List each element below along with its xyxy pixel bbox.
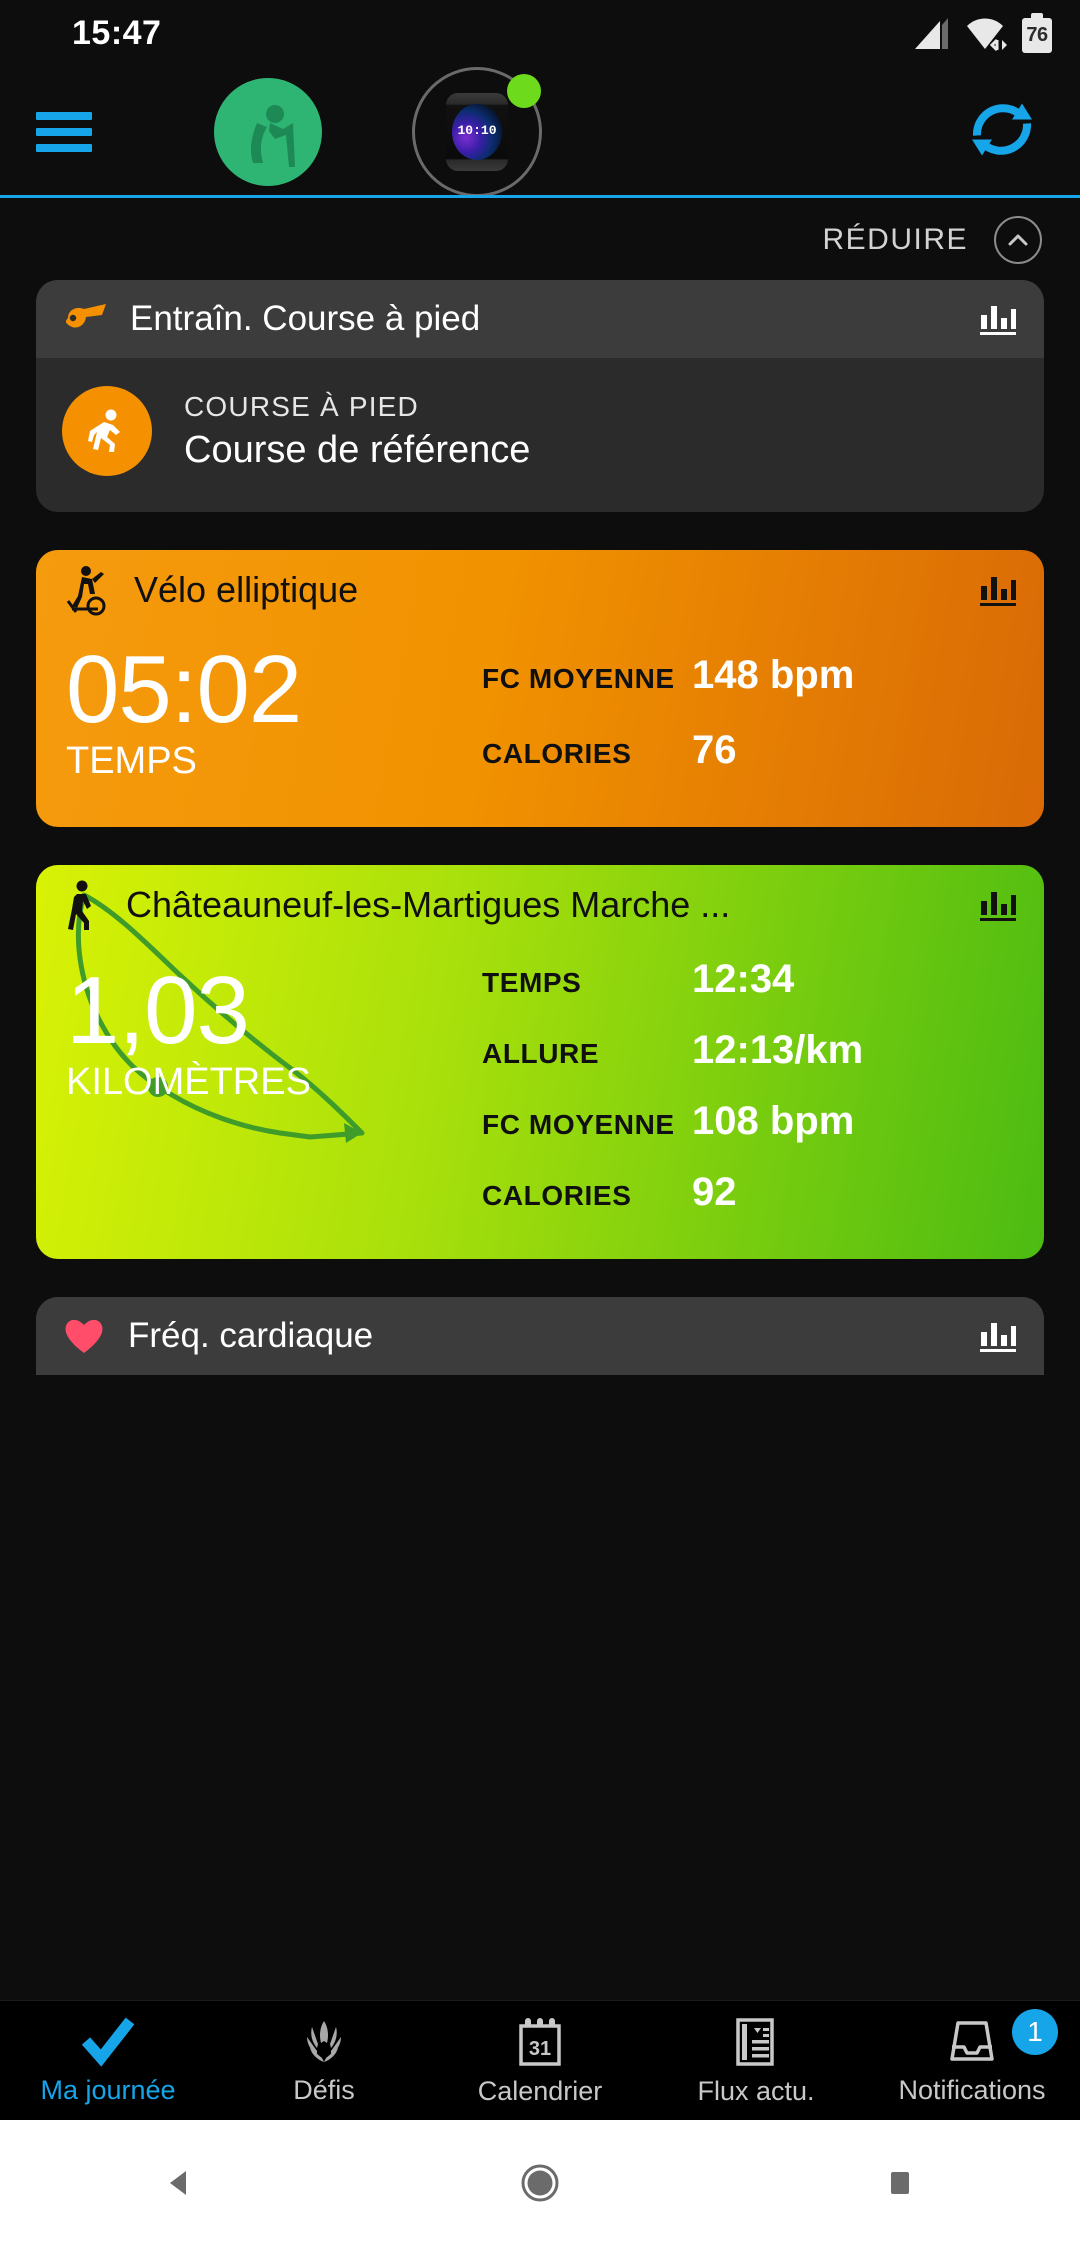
phone-screen: 15:47 76 10:10 RÉDUIRE Entraîn. Course à…	[0, 0, 1080, 2246]
status-bar-clock: 15:47	[72, 13, 162, 52]
heart-icon	[65, 1319, 103, 1353]
device-connected-indicator	[507, 73, 541, 108]
nav-label: Ma journée	[40, 2075, 176, 2105]
status-bar: 15:47 76	[0, 0, 1080, 66]
svg-text:31: 31	[529, 2038, 551, 2060]
triangle-back-icon[interactable]	[120, 2120, 240, 2246]
sync-icon[interactable]	[964, 91, 1040, 172]
stat-value: 108 bpm	[692, 1099, 855, 1143]
wifi-icon	[967, 18, 1007, 52]
smartwatch-icon[interactable]: 10:10	[412, 66, 542, 197]
stat-label: CALORIES	[482, 1180, 632, 1211]
card-heart-rate-title: Fréq. cardiaque	[128, 1316, 374, 1355]
elliptical-trainer-icon	[66, 566, 106, 616]
card-training-title: Entraîn. Course à pied	[130, 299, 481, 338]
stat-row: FC MOYENNE 148 bpm	[482, 653, 1018, 698]
card-elliptical-body: 05:02 TEMPS FC MOYENNE 148 bpm CALORIES …	[36, 630, 1044, 827]
hiker-avatar-icon[interactable]	[214, 77, 322, 186]
stat-row: CALORIES 76	[482, 728, 1018, 773]
inbox-icon	[950, 2021, 994, 2061]
stat-row: TEMPS 12:34	[482, 957, 1018, 1002]
watch-face-time: 10:10	[452, 103, 502, 160]
card-heart-rate[interactable]: Fréq. cardiaque	[36, 1297, 1044, 1375]
stat-row: ALLURE 12:13/km	[482, 1028, 1018, 1073]
card-elliptical-header[interactable]: Vélo elliptique	[36, 550, 1044, 630]
stat-value: 12:13/km	[692, 1028, 864, 1072]
app-header: 10:10	[0, 66, 1080, 197]
card-training-header[interactable]: Entraîn. Course à pied	[36, 280, 1044, 358]
bar-chart-icon[interactable]	[978, 1318, 1018, 1354]
whistle-icon	[65, 304, 106, 328]
card-training[interactable]: Entraîn. Course à pied COURSE À PIED Cou…	[36, 280, 1044, 512]
card-walk-value: 1,03	[66, 957, 250, 1064]
bar-chart-icon[interactable]	[978, 887, 1018, 923]
check-icon	[81, 2017, 135, 2067]
hamburger-menu-icon[interactable]	[36, 111, 92, 152]
card-walk-body: 1,03 KILOMÈTRES TEMPS 12:34 ALLURE 12:13…	[36, 945, 1044, 1259]
collapse-label: RÉDUIRE	[822, 223, 968, 256]
stat-label: CALORIES	[482, 737, 632, 769]
battery-icon: 76	[1022, 13, 1052, 53]
calendar-icon: 31	[519, 2018, 561, 2066]
card-elliptical-title: Vélo elliptique	[134, 569, 359, 610]
nav-label: Défis	[293, 2075, 355, 2105]
card-elliptical-stats: FC MOYENNE 148 bpm CALORIES 76	[482, 642, 1018, 783]
stat-row: CALORIES 92	[482, 1170, 1018, 1215]
status-bar-icons: 76	[910, 13, 1052, 53]
card-training-body[interactable]: COURSE À PIED Course de référence	[36, 358, 1044, 512]
bottom-navigation: Ma journée Défis 31 Calendrier Flux actu…	[0, 2000, 1080, 2120]
card-walk-title: Châteauneuf-les-Martigues Marche ...	[126, 884, 731, 925]
nav-item-flux-actu[interactable]: Flux actu.	[648, 2001, 864, 2121]
card-walk-header[interactable]: Châteauneuf-les-Martigues Marche ...	[36, 865, 1044, 945]
card-elliptical-unit: TEMPS	[66, 740, 197, 782]
square-recents-icon[interactable]	[840, 2120, 960, 2246]
header-divider	[0, 195, 1080, 198]
card-walk-stats: TEMPS 12:34 ALLURE 12:13/km FC MOYENNE 1…	[482, 957, 1018, 1215]
bar-chart-icon[interactable]	[978, 301, 1018, 337]
android-navigation-bar	[0, 2120, 1080, 2246]
running-icon	[62, 386, 152, 476]
nav-item-ma-journee[interactable]: Ma journée	[0, 2001, 216, 2121]
nav-item-calendrier[interactable]: 31 Calendrier	[432, 2001, 648, 2121]
nav-label: Calendrier	[477, 2076, 603, 2106]
card-heart-rate-header[interactable]: Fréq. cardiaque	[36, 1297, 1044, 1375]
newsfeed-icon	[736, 2018, 774, 2066]
collapse-row: RÉDUIRE	[0, 200, 1080, 280]
stat-value: 76	[692, 727, 737, 772]
stat-label: TEMPS	[482, 967, 582, 998]
walking-icon	[68, 880, 91, 930]
card-elliptical-value: 05:02	[66, 636, 302, 743]
card-walk[interactable]: Châteauneuf-les-Martigues Marche ... 1,0…	[36, 865, 1044, 1259]
stat-label: FC MOYENNE	[482, 1109, 675, 1140]
stat-label: FC MOYENNE	[482, 662, 675, 694]
circle-home-icon[interactable]	[480, 2120, 600, 2246]
card-training-kicker: COURSE À PIED	[184, 390, 419, 422]
battery-percent: 76	[1026, 24, 1048, 46]
card-walk-unit: KILOMÈTRES	[66, 1061, 311, 1103]
nav-item-defis[interactable]: Défis	[216, 2001, 432, 2121]
stat-value: 92	[692, 1170, 737, 1214]
card-training-name: Course de référence	[184, 428, 531, 471]
nav-label: Flux actu.	[697, 2076, 815, 2106]
cards-scroll-area[interactable]: Entraîn. Course à pied COURSE À PIED Cou…	[0, 280, 1080, 1375]
nav-item-notifications[interactable]: Notifications 1	[864, 2001, 1080, 2121]
nav-label: Notifications	[898, 2075, 1046, 2105]
signal-icon	[915, 18, 948, 49]
laurel-wreath-icon	[307, 2021, 341, 2062]
stat-label: ALLURE	[482, 1038, 600, 1069]
stat-value: 12:34	[692, 957, 795, 1001]
stat-row: FC MOYENNE 108 bpm	[482, 1099, 1018, 1144]
chevron-up-icon[interactable]	[994, 216, 1042, 264]
stat-value: 148 bpm	[692, 652, 855, 697]
notifications-badge: 1	[1012, 2008, 1058, 2055]
card-elliptical[interactable]: Vélo elliptique 05:02 TEMPS FC MOYENNE 1…	[36, 550, 1044, 827]
bar-chart-icon[interactable]	[978, 572, 1018, 608]
